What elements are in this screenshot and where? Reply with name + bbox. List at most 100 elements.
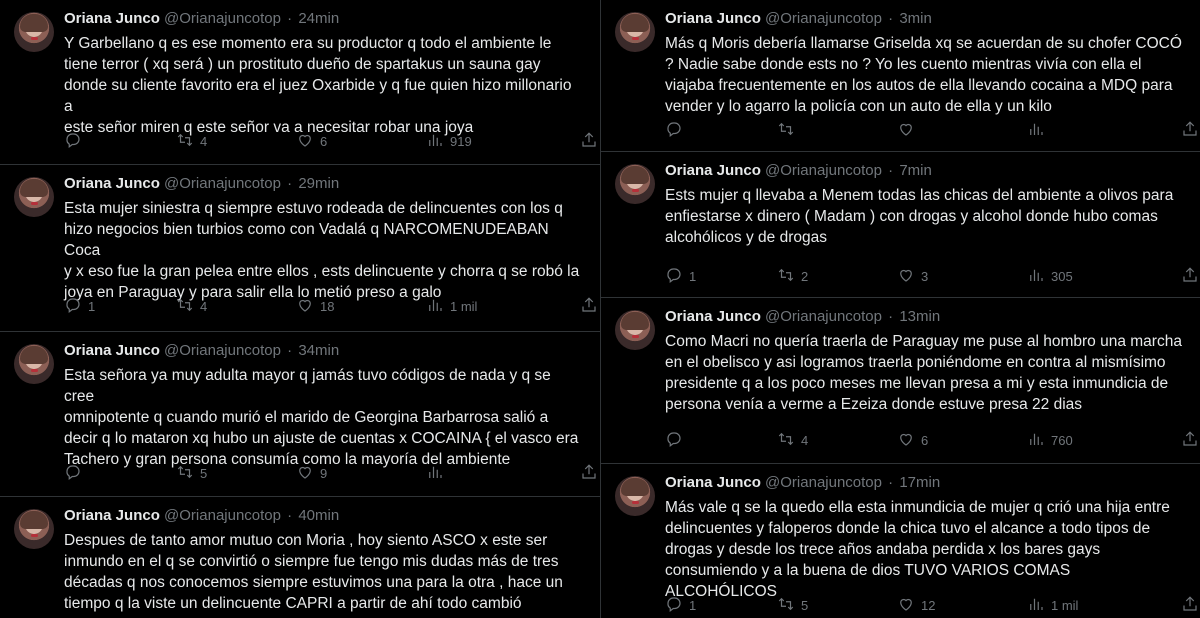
avatar[interactable] — [14, 509, 54, 549]
avatar[interactable] — [14, 12, 54, 52]
author-handle[interactable]: @Orianajuncotop — [164, 10, 281, 27]
like-button[interactable]: 9 — [296, 463, 327, 484]
timestamp[interactable]: 29min — [298, 175, 339, 192]
heart-icon — [897, 595, 915, 616]
share-icon — [1181, 595, 1199, 616]
tweet-text: Como Macri no quería traerla de Paraguay… — [665, 333, 1182, 413]
tweet[interactable]: Oriana Junco @Orianajuncotop · 24min Y G… — [0, 0, 600, 165]
like-button[interactable]: 18 — [296, 296, 334, 317]
like-button[interactable]: 6 — [897, 430, 928, 451]
timestamp[interactable]: 13min — [899, 308, 940, 325]
share-button[interactable] — [1181, 430, 1199, 451]
retweet-button[interactable]: 5 — [777, 595, 808, 616]
retweet-button[interactable]: 4 — [777, 430, 808, 451]
share-button[interactable] — [580, 131, 598, 152]
author-name[interactable]: Oriana Junco — [665, 474, 761, 491]
retweet-count: 4 — [200, 134, 208, 149]
avatar[interactable] — [615, 164, 655, 204]
author-handle[interactable]: @Orianajuncotop — [765, 308, 882, 325]
tweet[interactable]: Oriana Junco @Orianajuncotop · 13min Com… — [601, 298, 1200, 464]
views-button[interactable]: 1 mil — [1027, 595, 1078, 616]
tweet[interactable]: Oriana Junco @Orianajuncotop · 29min Est… — [0, 165, 600, 332]
reply-button[interactable] — [64, 131, 88, 152]
tweet[interactable]: Oriana Junco @Orianajuncotop · 17min Más… — [601, 464, 1200, 618]
author-name[interactable]: Oriana Junco — [64, 507, 160, 524]
reply-button[interactable] — [665, 120, 689, 141]
tweet[interactable]: Oriana Junco @Orianajuncotop · 40min Des… — [0, 497, 600, 618]
retweet-button[interactable] — [777, 120, 801, 141]
share-icon — [1181, 266, 1199, 287]
tweet-text: Ests mujer q llevaba a Menem todas las c… — [665, 187, 1174, 246]
author-handle[interactable]: @Orianajuncotop — [765, 10, 882, 27]
timestamp[interactable]: 7min — [899, 162, 932, 179]
left-column: Oriana Junco @Orianajuncotop · 24min Y G… — [0, 0, 600, 618]
views-button[interactable]: 919 — [426, 131, 472, 152]
views-button[interactable] — [426, 463, 450, 484]
tweet-header: Oriana Junco @Orianajuncotop · 34min — [64, 342, 339, 359]
like-count: 12 — [921, 598, 936, 613]
reply-button[interactable]: 1 — [665, 266, 696, 287]
timestamp[interactable]: 3min — [899, 10, 932, 27]
reply-icon — [64, 131, 82, 152]
right-column: Oriana Junco @Orianajuncotop · 3min Más … — [600, 0, 1200, 618]
share-button[interactable] — [1181, 120, 1199, 141]
author-handle[interactable]: @Orianajuncotop — [164, 342, 281, 359]
avatar[interactable] — [14, 177, 54, 217]
tweet[interactable]: Oriana Junco @Orianajuncotop · 34min Est… — [0, 332, 600, 497]
views-icon — [1027, 120, 1045, 141]
avatar[interactable] — [14, 344, 54, 384]
timestamp[interactable]: 17min — [899, 474, 940, 491]
retweet-button[interactable]: 4 — [176, 296, 207, 317]
retweet-button[interactable]: 4 — [176, 131, 207, 152]
retweet-icon — [176, 296, 194, 317]
avatar[interactable] — [615, 12, 655, 52]
author-name[interactable]: Oriana Junco — [665, 162, 761, 179]
reply-icon — [64, 463, 82, 484]
author-name[interactable]: Oriana Junco — [64, 342, 160, 359]
views-icon — [1027, 595, 1045, 616]
reply-button[interactable] — [64, 463, 88, 484]
share-button[interactable] — [580, 463, 598, 484]
author-handle[interactable]: @Orianajuncotop — [164, 507, 281, 524]
timestamp[interactable]: 40min — [298, 507, 339, 524]
author-name[interactable]: Oriana Junco — [64, 10, 160, 27]
reply-button[interactable]: 1 — [665, 595, 696, 616]
tweet-text: Más vale q se la quedo ella esta inmundi… — [665, 499, 1170, 600]
timestamp[interactable]: 24min — [298, 10, 339, 27]
separator-dot: · — [287, 175, 293, 192]
author-handle[interactable]: @Orianajuncotop — [765, 474, 882, 491]
share-button[interactable] — [1181, 595, 1199, 616]
reply-button[interactable] — [665, 430, 689, 451]
views-button[interactable]: 305 — [1027, 266, 1073, 287]
share-button[interactable] — [1181, 266, 1199, 287]
author-handle[interactable]: @Orianajuncotop — [164, 175, 281, 192]
tweet-header: Oriana Junco @Orianajuncotop · 13min — [665, 308, 940, 325]
author-name[interactable]: Oriana Junco — [665, 308, 761, 325]
author-handle[interactable]: @Orianajuncotop — [765, 162, 882, 179]
author-name[interactable]: Oriana Junco — [665, 10, 761, 27]
like-button[interactable]: 3 — [897, 266, 928, 287]
author-name[interactable]: Oriana Junco — [64, 175, 160, 192]
heart-icon — [296, 463, 314, 484]
reply-button[interactable]: 1 — [64, 296, 95, 317]
retweet-button[interactable]: 5 — [176, 463, 207, 484]
tweet[interactable]: Oriana Junco @Orianajuncotop · 7min Ests… — [601, 152, 1200, 298]
views-button[interactable]: 760 — [1027, 430, 1073, 451]
views-count: 919 — [450, 134, 472, 149]
timestamp[interactable]: 34min — [298, 342, 339, 359]
heart-icon — [897, 430, 915, 451]
share-icon — [580, 131, 598, 152]
tweet[interactable]: Oriana Junco @Orianajuncotop · 3min Más … — [601, 0, 1200, 152]
retweet-button[interactable]: 2 — [777, 266, 808, 287]
retweet-count: 5 — [200, 466, 208, 481]
views-button[interactable] — [1027, 120, 1051, 141]
avatar[interactable] — [615, 476, 655, 516]
views-count: 1 mil — [1051, 598, 1079, 613]
avatar[interactable] — [615, 310, 655, 350]
like-button[interactable]: 6 — [296, 131, 327, 152]
reply-icon — [665, 120, 683, 141]
views-button[interactable]: 1 mil — [426, 296, 477, 317]
share-button[interactable] — [580, 296, 598, 317]
like-button[interactable]: 12 — [897, 595, 935, 616]
like-button[interactable] — [897, 120, 921, 141]
